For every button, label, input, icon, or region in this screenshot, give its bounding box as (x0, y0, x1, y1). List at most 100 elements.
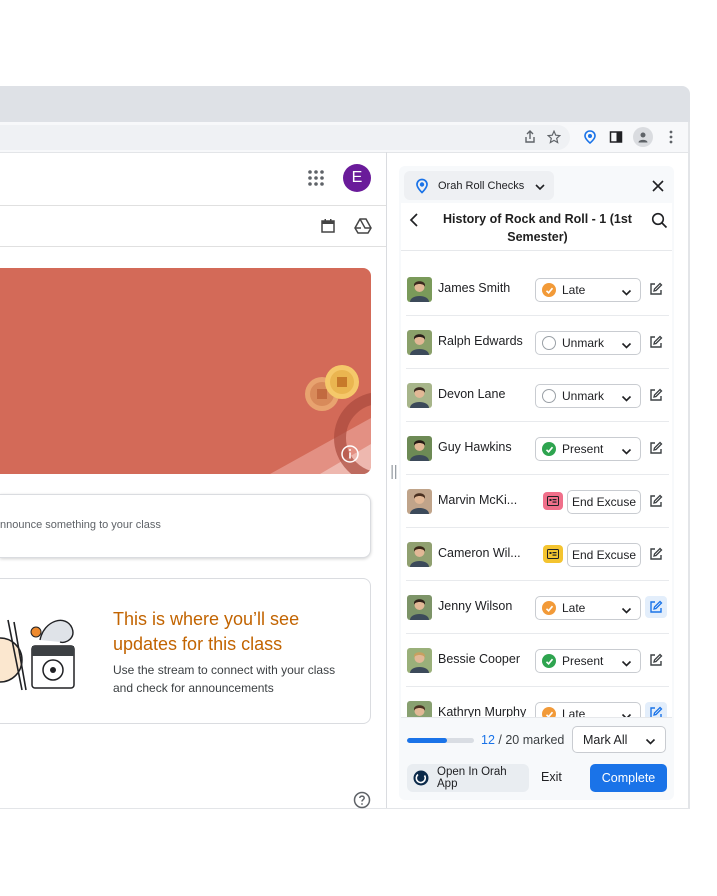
empty-circle-icon (542, 389, 556, 403)
attendance-status-select[interactable]: Late (535, 596, 641, 620)
end-excuse-button[interactable]: End Excuse (567, 543, 641, 567)
browser-window-edge (688, 122, 690, 808)
student-row: Kathryn Murphy Late (401, 687, 669, 717)
edit-note-icon[interactable] (645, 437, 667, 459)
mark-all-select[interactable]: Mark All (572, 726, 666, 753)
edit-note-icon[interactable] (645, 649, 667, 671)
chevron-down-icon (534, 180, 546, 192)
window-bottom-edge (0, 808, 690, 809)
excuse-note-icon (543, 492, 563, 510)
chevron-down-icon (621, 391, 632, 402)
more-menu-icon[interactable] (662, 128, 680, 146)
student-photo (407, 436, 432, 461)
browser-tab-strip (0, 86, 690, 122)
student-row: Cameron Wil... End Excuse (401, 528, 669, 581)
chevron-down-icon (621, 444, 632, 455)
close-icon[interactable] (650, 178, 666, 194)
chevron-down-icon (621, 285, 632, 296)
side-panel-resize-handle[interactable] (391, 465, 397, 479)
attendance-status-select[interactable]: Present (535, 437, 641, 461)
student-row: Devon Lane Unmark (401, 369, 669, 422)
student-photo (407, 701, 432, 717)
edit-note-icon[interactable] (645, 702, 667, 717)
marked-count: 12 (481, 733, 495, 747)
edit-note-icon[interactable] (645, 543, 667, 565)
footer-divider (401, 717, 672, 718)
title-divider (401, 250, 672, 251)
student-photo (407, 277, 432, 302)
search-icon[interactable] (651, 212, 668, 229)
attendance-status-select[interactable]: Present (535, 649, 641, 673)
student-name: Cameron Wil... (438, 546, 521, 560)
open-in-orah-label: Open In Orah App (437, 766, 507, 790)
chevron-down-icon (621, 709, 632, 717)
check-circle-icon (542, 707, 556, 717)
edit-note-icon[interactable] (645, 596, 667, 618)
attendance-status-label: Unmark (562, 389, 605, 403)
orah-pin-icon (414, 178, 430, 194)
back-arrow-icon[interactable] (407, 212, 421, 228)
extension-selector[interactable]: Orah Roll Checks (404, 171, 554, 200)
attendance-status-select[interactable]: Unmark (535, 384, 641, 408)
attendance-status-label: Unmark (562, 336, 605, 350)
attendance-status-select[interactable]: Unmark (535, 331, 641, 355)
stream-empty-title: This is where you’ll see updates for thi… (113, 609, 300, 654)
progress-bar-fill (407, 738, 448, 743)
student-row: Bessie Cooper Present (401, 634, 669, 687)
chevron-down-icon (621, 338, 632, 349)
end-excuse-button[interactable]: End Excuse (567, 490, 641, 514)
info-icon[interactable] (340, 444, 360, 464)
share-icon[interactable] (521, 128, 539, 146)
student-row: James Smith Late (401, 263, 669, 316)
student-photo (407, 542, 432, 567)
side-panel-icon[interactable] (607, 128, 625, 146)
announcement-placeholder: nnounce something to your class (0, 519, 161, 531)
progress-label: 12 / 20 marked (481, 733, 564, 747)
address-bar[interactable] (0, 125, 570, 150)
attendance-status-label: Present (562, 654, 604, 668)
help-icon[interactable] (353, 791, 371, 809)
student-name: Jenny Wilson (438, 599, 513, 613)
edit-note-icon[interactable] (645, 490, 667, 512)
class-banner (0, 268, 371, 474)
excuse-note-icon (543, 545, 563, 563)
mark-all-label: Mark All (583, 732, 628, 747)
exit-button[interactable]: Exit (541, 770, 562, 784)
chevron-down-icon (645, 736, 656, 747)
extension-name: Orah Roll Checks (438, 179, 525, 192)
attendance-status-label: Present (562, 442, 604, 456)
chevron-down-icon (621, 603, 632, 614)
student-name: Guy Hawkins (438, 440, 512, 454)
bookmark-star-icon[interactable] (545, 128, 563, 146)
student-name: Devon Lane (438, 387, 506, 401)
check-circle-icon (542, 442, 556, 456)
attendance-status-select[interactable]: Late (535, 278, 641, 302)
account-avatar[interactable]: E (343, 164, 371, 192)
check-circle-icon (542, 283, 556, 297)
profile-icon[interactable] (633, 127, 653, 147)
header-divider (0, 205, 387, 206)
orah-extension-icon[interactable] (581, 128, 599, 146)
student-row: Marvin McKi... End Excuse (401, 475, 669, 528)
student-photo (407, 330, 432, 355)
attendance-status-select[interactable]: Late (535, 702, 641, 717)
complete-button[interactable]: Complete (590, 764, 667, 792)
student-name: James Smith (438, 281, 511, 295)
orah-logo-icon (413, 770, 429, 786)
attendance-status-label: Late (562, 601, 586, 615)
student-photo (407, 383, 432, 408)
progress-bar (407, 738, 474, 743)
google-apps-icon[interactable] (306, 168, 326, 188)
edit-note-icon[interactable] (645, 278, 667, 300)
edit-note-icon[interactable] (645, 331, 667, 353)
check-circle-icon (542, 654, 556, 668)
student-name: Kathryn Murphy (438, 705, 527, 717)
calendar-icon[interactable] (320, 218, 338, 236)
student-name: Bessie Cooper (438, 652, 520, 666)
open-in-orah-button[interactable]: Open In Orah App (407, 764, 529, 792)
drive-icon[interactable] (354, 218, 374, 236)
student-row: Ralph Edwards Unmark (401, 316, 669, 369)
check-circle-icon (542, 601, 556, 615)
edit-note-icon[interactable] (645, 384, 667, 406)
student-photo (407, 489, 432, 514)
